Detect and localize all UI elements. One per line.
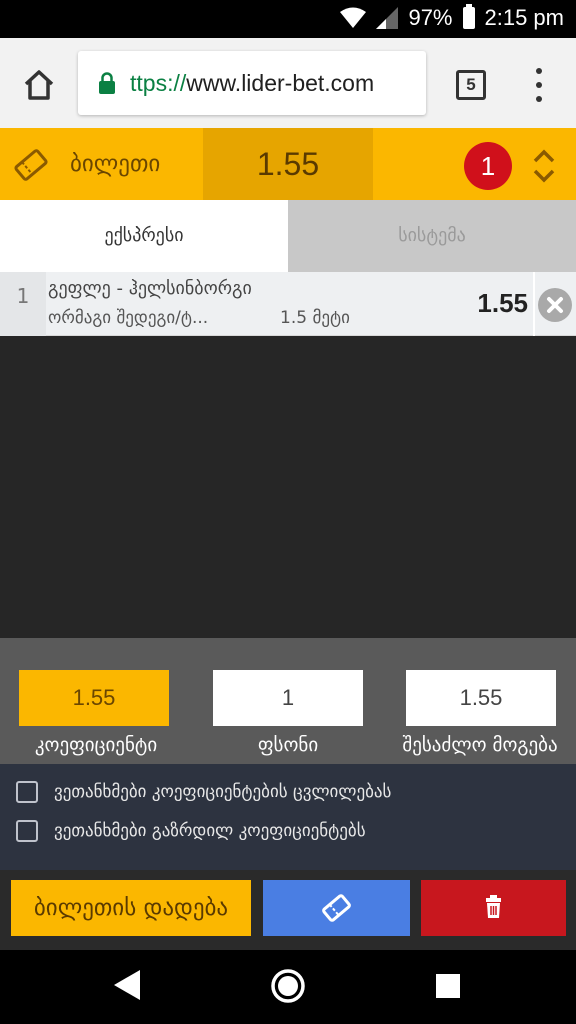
bet-outcome: 1.5 მეტი xyxy=(280,308,350,328)
accept-changes-checkbox[interactable] xyxy=(16,781,38,803)
url-scheme: ttps:// xyxy=(130,69,187,96)
remove-bet-button[interactable] xyxy=(538,288,572,322)
clock: 2:15 pm xyxy=(484,5,565,30)
stake-input[interactable]: 1 xyxy=(213,670,363,726)
bet-count-badge: 1 xyxy=(464,142,512,190)
accept-increased-label: ვეთანხმები გაზრდილ კოეფიციენტებს xyxy=(54,821,366,841)
bet-row: 1 გეფლე - ჰელსინბორგი ორმაგი შედეგი/ტ...… xyxy=(0,272,576,336)
back-icon[interactable] xyxy=(112,968,142,1002)
bet-market: ორმაგი შედეგი/ტ... xyxy=(48,308,209,328)
accept-increased-row[interactable]: ვეთანხმები გაზრდილ კოეფიციენტებს xyxy=(16,820,366,842)
accept-changes-label: ვეთანხმები კოეფიციენტების ცვლილებას xyxy=(54,782,392,802)
delete-ticket-button[interactable] xyxy=(421,880,566,936)
home-nav-icon[interactable] xyxy=(270,968,306,1004)
status-bar: 97% 2:15 pm xyxy=(0,0,576,38)
accept-increased-checkbox[interactable] xyxy=(16,820,38,842)
home-icon[interactable] xyxy=(22,68,56,102)
url-host: www.lider-bet.com xyxy=(186,69,375,96)
tab-express[interactable]: ექსპრესი xyxy=(0,200,288,272)
edit-ticket-button[interactable] xyxy=(263,880,410,936)
possible-win-value: 1.55 xyxy=(406,670,556,726)
recents-icon[interactable] xyxy=(436,974,460,998)
url-bar[interactable]: ttps://www.lider-bet.com xyxy=(78,51,426,115)
total-odds: 1.55 xyxy=(203,128,373,200)
divider xyxy=(533,272,535,336)
coefficient-label: კოეფიციენტი xyxy=(34,734,158,756)
tab-switcher-button[interactable]: 5 xyxy=(456,70,486,100)
ticket-summary: 1.55 1 1.55 კოეფიციენტი ფსონი შესაძლო მო… xyxy=(0,638,576,764)
battery-percent: 97% xyxy=(408,5,453,30)
ticket-title: ბილეთი xyxy=(70,151,161,177)
browser-toolbar: ttps://www.lider-bet.com 5 xyxy=(0,38,576,128)
system-nav-bar xyxy=(0,950,576,1024)
signal-icon xyxy=(376,7,399,29)
lock-icon xyxy=(99,72,115,94)
close-icon xyxy=(547,297,563,313)
tab-system[interactable]: სისტემა xyxy=(288,200,576,272)
place-bet-button[interactable]: ბილეთის დადება xyxy=(11,880,251,936)
expand-collapse-icon[interactable] xyxy=(530,147,558,185)
agreements: ვეთანხმები კოეფიციენტების ცვლილებას ვეთა… xyxy=(0,764,576,870)
wifi-icon xyxy=(340,7,367,28)
bet-odds: 1.55 xyxy=(477,288,528,318)
battery-icon xyxy=(462,4,475,29)
overflow-menu-icon[interactable] xyxy=(534,68,544,102)
stake-label: ფსონი xyxy=(257,734,319,756)
ticket-icon xyxy=(14,149,48,181)
trash-icon xyxy=(486,895,501,918)
accept-changes-row[interactable]: ვეთანხმები კოეფიციენტების ცვლილებას xyxy=(16,781,391,803)
action-bar: ბილეთის დადება xyxy=(0,870,576,950)
coefficient-value: 1.55 xyxy=(19,670,169,726)
bet-event: გეფლე - ჰელსინბორგი xyxy=(48,278,252,299)
possible-win-label: შესაძლო მოგება xyxy=(402,734,558,756)
bet-index: 1 xyxy=(0,272,46,336)
bets-list-empty-area xyxy=(0,336,576,638)
ticket-icon xyxy=(322,894,351,922)
